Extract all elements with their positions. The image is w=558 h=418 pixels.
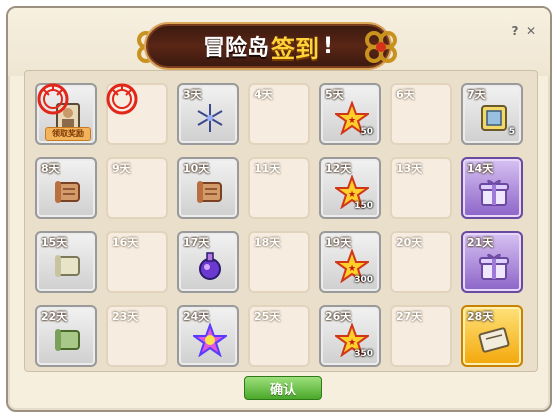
svg-text:★: ★ <box>348 116 356 126</box>
day-label: 6天 <box>396 88 415 101</box>
title-main: 冒险岛 <box>202 36 269 61</box>
signed-stamp-icon <box>37 83 69 115</box>
day-label: 18天 <box>254 236 281 249</box>
day-label: 28天 <box>467 310 494 323</box>
day-label: 24天 <box>183 310 210 323</box>
item-quantity: 150 <box>354 201 373 211</box>
item-quantity: 300 <box>354 275 373 285</box>
day-cell-9[interactable]: 9天 <box>106 157 168 219</box>
title-suffix: ! <box>322 33 334 59</box>
day-label: 3天 <box>183 88 202 101</box>
day-cell-10[interactable]: 10天 <box>177 157 239 219</box>
day-label: 25天 <box>254 310 281 323</box>
snowflake-icon <box>197 104 223 132</box>
day-label: 21天 <box>467 236 494 249</box>
day-cell-21[interactable]: 21天 <box>461 231 523 293</box>
day-cell-17[interactable]: 17天 <box>177 231 239 293</box>
day-label: 11天 <box>254 162 281 175</box>
checkin-window: 冒险岛 签到 ! ? ✕ 领取奖励 3天 4天 5天 ★ 50 6天 7天 5 8天 9天 10天 11… <box>6 6 552 412</box>
title-banner: 冒险岛 签到 ! <box>146 24 390 68</box>
day-label: 19天 <box>325 236 352 249</box>
signed-stamp-icon <box>106 83 138 115</box>
day-label: 15天 <box>41 236 68 249</box>
svg-text:★: ★ <box>348 338 356 348</box>
rainbow-star-icon <box>193 323 227 357</box>
day-label: 14天 <box>467 162 494 175</box>
day-label: 7天 <box>467 88 486 101</box>
day-cell-8[interactable]: 8天 <box>35 157 97 219</box>
day-cell-27[interactable]: 27天 <box>390 305 452 367</box>
svg-text:★: ★ <box>348 190 356 200</box>
day-label: 10天 <box>183 162 210 175</box>
item-quantity: 5 <box>508 127 515 137</box>
day-cell-5[interactable]: 5天 ★ 50 <box>319 83 381 145</box>
day-label: 20天 <box>396 236 423 249</box>
day-label: 5天 <box>325 88 344 101</box>
day-cell-20[interactable]: 20天 <box>390 231 452 293</box>
day-label: 13天 <box>396 162 423 175</box>
potion-icon <box>199 252 221 280</box>
day-cell-25[interactable]: 25天 <box>248 305 310 367</box>
day-cell-19[interactable]: 19天 ★ 300 <box>319 231 381 293</box>
help-button[interactable]: ? <box>508 24 522 38</box>
day-label: 23天 <box>112 310 139 323</box>
day-label: 9天 <box>112 162 131 175</box>
day-cell-4[interactable]: 4天 <box>248 83 310 145</box>
day-cell-12[interactable]: 12天 ★ 150 <box>319 157 381 219</box>
day-cell-16[interactable]: 16天 <box>106 231 168 293</box>
claim-reward-tag[interactable]: 领取奖励 <box>45 127 91 141</box>
gift-box-icon <box>479 253 509 280</box>
day-label: 22天 <box>41 310 68 323</box>
day-cell-18[interactable]: 18天 <box>248 231 310 293</box>
item-quantity: 350 <box>354 349 373 359</box>
confirm-button[interactable]: 确认 <box>244 376 322 400</box>
lucky-knot-right-icon <box>365 31 397 63</box>
day-cell-3[interactable]: 3天 <box>177 83 239 145</box>
title-bar: 冒险岛 签到 ! ? ✕ <box>8 8 550 76</box>
day-label: 12天 <box>325 162 352 175</box>
gift-box-icon <box>479 179 509 206</box>
day-label: 16天 <box>112 236 139 249</box>
scroll-icon <box>197 181 222 203</box>
day-cell-15[interactable]: 15天 <box>35 231 97 293</box>
day-cell-23[interactable]: 23天 <box>106 305 168 367</box>
checkin-grid: 领取奖励 3天 4天 5天 ★ 50 6天 7天 5 8天 9天 10天 11天 12天 ★ 150 13天 14… <box>24 70 538 372</box>
day-cell-2[interactable] <box>106 83 168 145</box>
close-button[interactable]: ✕ <box>524 24 538 38</box>
svg-text:★: ★ <box>348 264 356 274</box>
day-cell-11[interactable]: 11天 <box>248 157 310 219</box>
day-cell-13[interactable]: 13天 <box>390 157 452 219</box>
day-cell-6[interactable]: 6天 <box>390 83 452 145</box>
day-cell-7[interactable]: 7天 5 <box>461 83 523 145</box>
day-cell-22[interactable]: 22天 <box>35 305 97 367</box>
scroll-icon <box>55 181 80 203</box>
day-cell-28[interactable]: 28天 <box>461 305 523 367</box>
green-scroll-icon <box>55 329 80 351</box>
day-cell-24[interactable]: 24天 <box>177 305 239 367</box>
paper-scroll-icon <box>55 255 80 277</box>
day-label: 4天 <box>254 88 273 101</box>
day-label: 27天 <box>396 310 423 323</box>
item-quantity: 50 <box>360 127 373 137</box>
day-cell-1[interactable]: 领取奖励 <box>35 83 97 145</box>
day-label: 26天 <box>325 310 352 323</box>
day-cell-14[interactable]: 14天 <box>461 157 523 219</box>
title-accent: 签到 <box>270 34 319 63</box>
day-label: 17天 <box>183 236 210 249</box>
map-scroll-icon <box>478 327 510 353</box>
day-label: 8天 <box>41 162 60 175</box>
scroll-box-icon <box>481 105 507 131</box>
day-cell-26[interactable]: 26天 ★ 350 <box>319 305 381 367</box>
